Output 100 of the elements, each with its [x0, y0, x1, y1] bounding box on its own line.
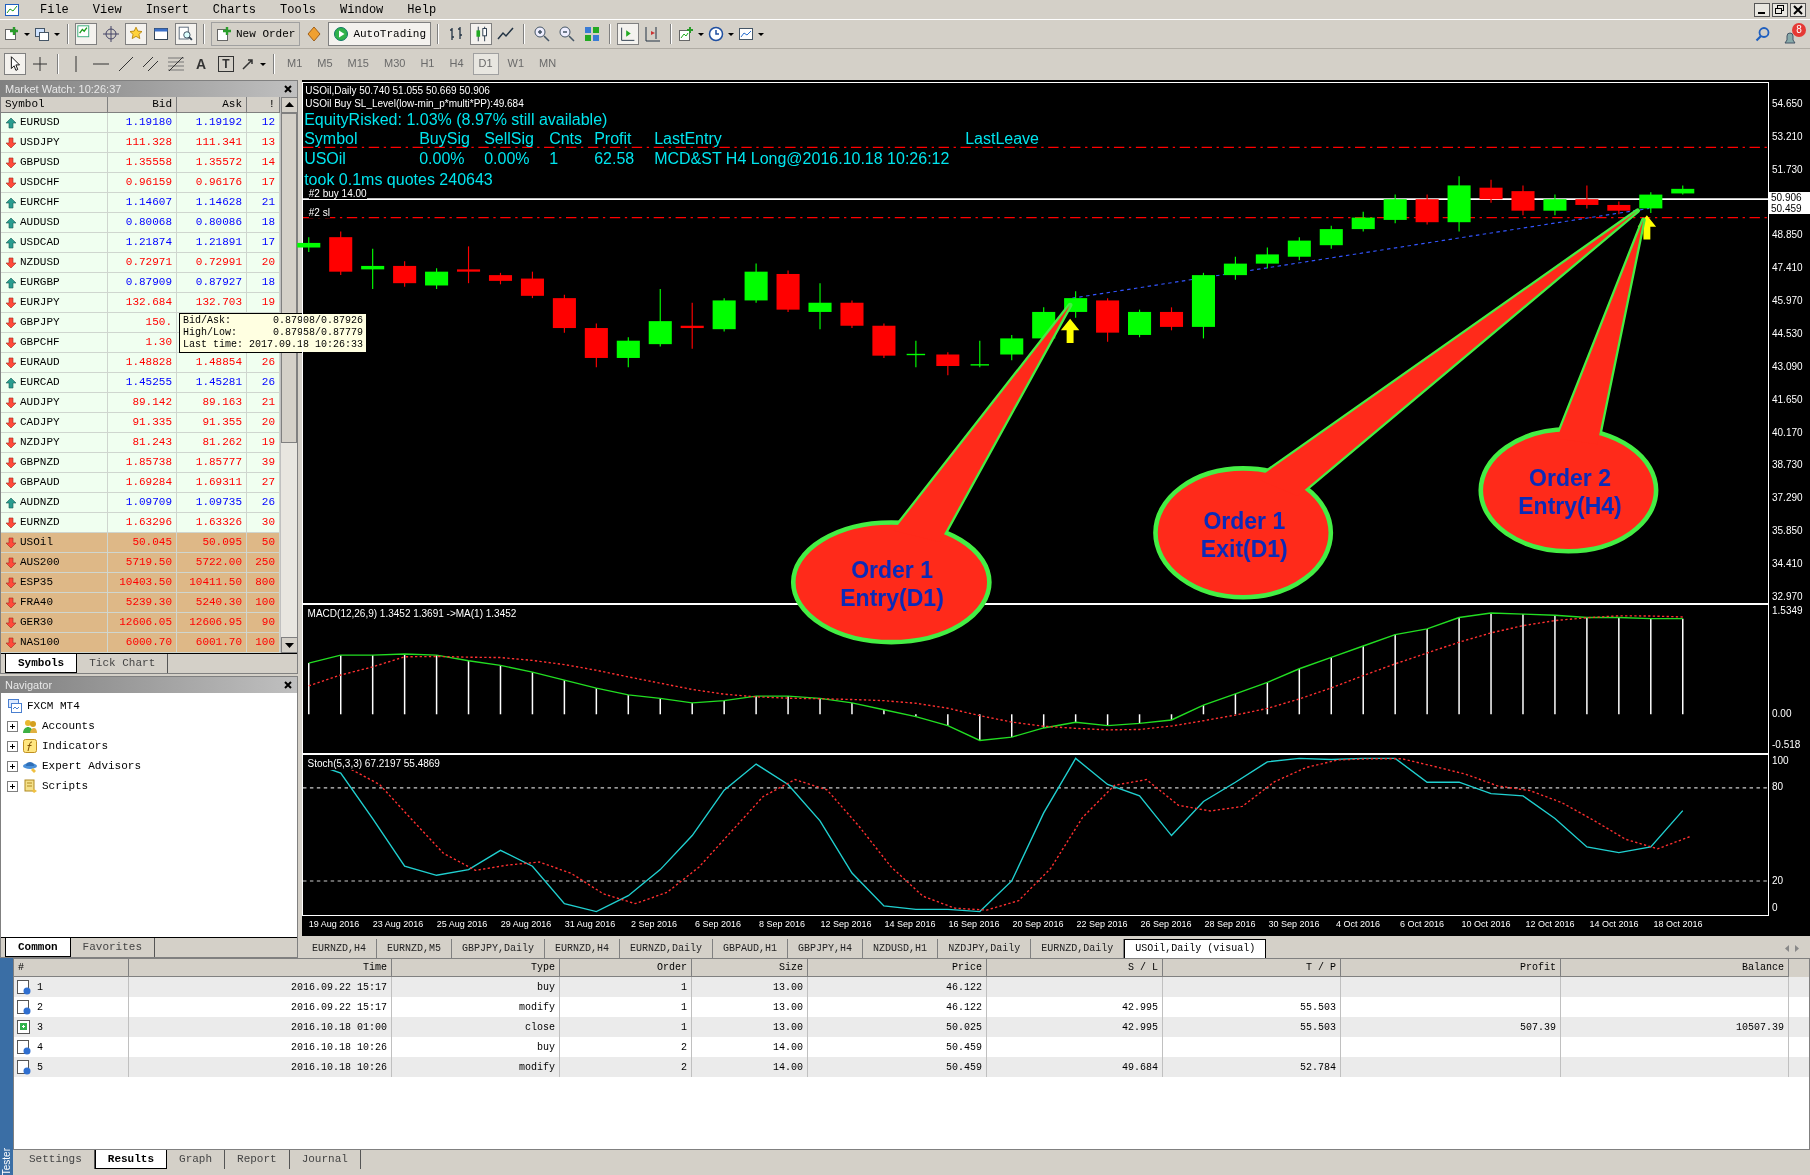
close-icon[interactable] — [283, 84, 293, 94]
chart-tab[interactable]: GBPJPY,H4 — [788, 938, 864, 958]
chart-tab[interactable]: NZDJPY,Daily — [938, 938, 1032, 958]
quote-row[interactable]: USOil 50.045 50.095 50 — [1, 533, 280, 553]
chart-tab[interactable]: USOil,Daily (visual) — [1124, 938, 1267, 958]
tree-item[interactable]: Scripts — [42, 777, 89, 795]
chart-tab[interactable]: GBPAUD,H1 — [713, 938, 789, 958]
minimize-icon[interactable] — [1754, 2, 1770, 17]
crosshair-icon[interactable] — [100, 23, 122, 45]
tree-item[interactable]: Expert Advisors — [42, 757, 142, 775]
quote-row[interactable]: AUS200 5719.50 5722.00 250 — [1, 553, 280, 573]
tab[interactable]: Tick Chart — [77, 654, 169, 673]
bid-price: 89.142 — [132, 395, 172, 411]
menu-item[interactable]: Help — [403, 0, 441, 19]
close-icon[interactable] — [1790, 2, 1806, 17]
tree-item[interactable]: Indicators — [42, 737, 108, 755]
table-cell-text: 13.00 — [773, 980, 803, 995]
expand-icon[interactable] — [7, 760, 18, 772]
chart-tab[interactable]: EURNZD,H4 — [545, 938, 621, 958]
text-tool-button[interactable]: A — [190, 52, 212, 75]
tab[interactable]: Journal — [289, 1150, 361, 1169]
expand-icon[interactable] — [7, 740, 18, 752]
candlestick — [393, 260, 417, 288]
new-chart-icon[interactable] — [4, 26, 20, 42]
tab[interactable]: Results — [94, 1150, 168, 1169]
column-header[interactable]: Symbol — [1, 97, 108, 112]
close-icon[interactable] — [283, 680, 293, 690]
quote-row[interactable]: FRA40 5239.30 5240.30 100 — [1, 593, 280, 613]
candlestick — [425, 267, 449, 290]
tab[interactable]: Settings — [17, 1150, 95, 1169]
quote-row[interactable]: EURNZD 1.63296 1.63326 30 — [1, 513, 280, 533]
quote-row[interactable]: USDJPY 111.328 111.341 13 — [1, 133, 280, 153]
autotrading-button[interactable]: AutoTrading — [328, 22, 432, 46]
chart-tab[interactable]: EURNZD,H4 — [302, 938, 377, 958]
tab[interactable]: Graph — [167, 1150, 226, 1169]
quote-row[interactable]: GBPNZD 1.85738 1.85777 39 — [1, 453, 280, 473]
menu-item[interactable]: Insert — [141, 0, 193, 19]
chart-tab[interactable]: NZDUSD,H1 — [863, 938, 939, 958]
cursor-icon[interactable] — [4, 52, 26, 75]
date-label: 20 Sep 2016 — [1011, 918, 1065, 932]
chart-play-icon[interactable] — [617, 23, 640, 45]
quote-row[interactable]: EURUSD 1.19180 1.19192 12 — [1, 113, 280, 133]
quote-row[interactable]: NZDJPY 81.243 81.262 19 — [1, 433, 280, 453]
quote-row[interactable]: AUDJPY 89.142 89.163 21 — [1, 393, 280, 413]
quote-row[interactable]: CADJPY 91.335 91.355 20 — [1, 413, 280, 433]
expand-icon[interactable] — [7, 720, 18, 732]
quote-row[interactable]: ESP35 10403.50 10411.50 800 — [1, 573, 280, 593]
candlestick — [1671, 184, 1695, 196]
quote-row[interactable]: AUDNZD 1.09709 1.09735 26 — [1, 493, 280, 513]
chart-tab[interactable]: GBPJPY,Daily — [452, 938, 546, 958]
new-order-button[interactable]: New Order — [211, 22, 301, 46]
bid-price: 91.335 — [132, 415, 172, 431]
quote-row[interactable]: AUDUSD 0.80068 0.80086 18 — [1, 213, 280, 233]
column-header[interactable]: Bid — [108, 97, 177, 112]
candlestick-icon[interactable] — [470, 23, 493, 45]
bell-icon[interactable] — [1782, 29, 1798, 45]
candlestick — [1319, 225, 1343, 250]
quote-row[interactable]: EURCAD 1.45255 1.45281 26 — [1, 373, 280, 393]
table-cell-text: 52.784 — [1300, 1060, 1336, 1075]
quote-row[interactable]: EURCHF 1.14607 1.14628 21 — [1, 193, 280, 213]
market-watch-icon[interactable] — [75, 23, 97, 45]
column-header[interactable]: Ask — [177, 97, 247, 112]
bid-price: 1.69284 — [125, 475, 172, 491]
menu-item[interactable]: File — [36, 0, 73, 19]
quote-row[interactable]: USDCAD 1.21874 1.21891 17 — [1, 233, 280, 253]
quote-row[interactable]: NAS100 6000.70 6001.70 100 — [1, 633, 280, 653]
tab[interactable]: Common — [5, 938, 71, 957]
quote-row[interactable]: EURJPY 132.684 132.703 19 — [1, 293, 280, 313]
quote-row[interactable]: GBPAUD 1.69284 1.69311 27 — [1, 473, 280, 493]
search-icon[interactable] — [1755, 26, 1771, 42]
candlestick — [361, 248, 385, 290]
chart-tab[interactable]: EURNZD,M5 — [377, 938, 453, 958]
quote-row[interactable]: EURAUD 1.48828 1.48854 26 — [1, 353, 280, 373]
chart-plus-icon[interactable] — [678, 26, 695, 42]
quote-row[interactable]: EURGBP 0.87909 0.87927 18 — [1, 273, 280, 293]
quote-row[interactable]: GER30 12606.05 12606.95 90 — [1, 613, 280, 633]
menu-item[interactable]: View — [88, 0, 126, 19]
expand-icon[interactable] — [7, 780, 18, 792]
tab[interactable]: Symbols — [5, 654, 78, 673]
chart-tab[interactable]: EURNZD,Daily — [620, 938, 714, 958]
scroll-down-icon[interactable] — [281, 637, 298, 653]
clock-icon[interactable] — [708, 26, 725, 42]
tree-item[interactable]: Accounts — [42, 717, 95, 735]
tree-item[interactable]: FXCM MT4 — [27, 697, 80, 715]
table-cell-text: USOil — [304, 149, 347, 169]
bid-price: 111.328 — [125, 135, 172, 151]
quote-row[interactable]: GBPUSD 1.35558 1.35572 14 — [1, 153, 280, 173]
menu-item[interactable]: Tools — [276, 0, 321, 19]
quote-row[interactable]: USDCHF 0.96159 0.96176 17 — [1, 173, 280, 193]
scroll-up-icon[interactable] — [281, 97, 298, 113]
text-tool-button[interactable]: T — [218, 55, 234, 72]
menu-item[interactable]: Window — [336, 0, 388, 19]
tab[interactable]: Favorites — [70, 938, 156, 957]
profiles-icon[interactable] — [34, 26, 50, 42]
restore-icon[interactable] — [1772, 2, 1788, 17]
chart-window-icon[interactable] — [738, 26, 755, 42]
magnifier-icon[interactable] — [175, 23, 197, 45]
tab[interactable]: Report — [225, 1150, 290, 1169]
quote-row[interactable]: NZDUSD 0.72971 0.72991 20 — [1, 253, 280, 273]
menu-item[interactable]: Charts — [208, 0, 261, 19]
